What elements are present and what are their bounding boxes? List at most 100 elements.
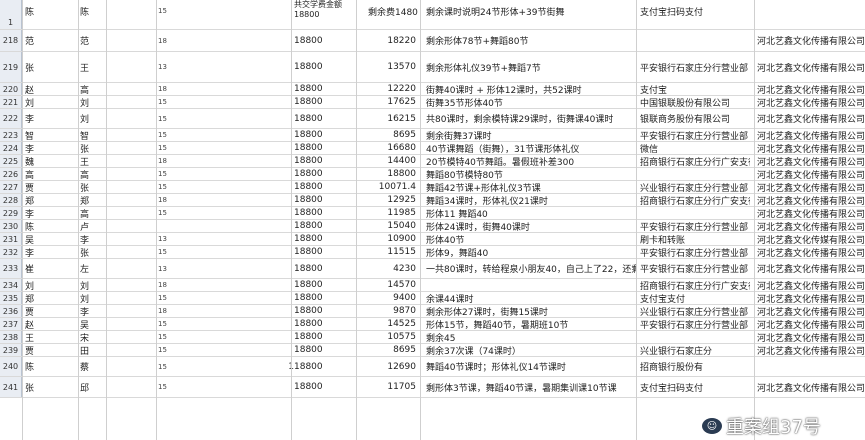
mark-cell[interactable] (282, 318, 294, 330)
mark-cell[interactable] (282, 168, 294, 180)
payment-cell[interactable] (640, 331, 750, 343)
row-number[interactable]: 229 (0, 207, 22, 219)
company-cell[interactable]: 河北艺鑫文化传播有限公司 (757, 109, 865, 128)
description-cell[interactable]: 舞蹈40节课时；形体礼仪14节课时 (426, 357, 636, 376)
mark-cell[interactable] (282, 292, 294, 304)
row-number[interactable]: 234 (0, 279, 22, 291)
mark-cell[interactable] (282, 305, 294, 317)
name-cell[interactable]: 贾 (25, 181, 40, 194)
remaining-cell[interactable]: 8695 (356, 129, 418, 141)
amount-cell[interactable]: 18800 (294, 246, 354, 258)
name-cell[interactable]: 范 (80, 30, 100, 51)
row-number[interactable]: 222 (0, 109, 22, 128)
amount-cell[interactable]: 18800 (294, 259, 354, 278)
amount-cell[interactable]: 18800 (294, 52, 354, 82)
mark-cell[interactable] (282, 96, 294, 108)
name-cell[interactable]: 张 (25, 52, 40, 82)
payment-cell[interactable]: 平安银行石家庄分行营业部 (640, 129, 750, 142)
phone-cell[interactable]: 15 (158, 0, 170, 22)
remaining-cell[interactable]: 11985 (356, 207, 418, 219)
remaining-cell[interactable]: 14525 (356, 318, 418, 330)
mark-cell[interactable] (282, 377, 294, 397)
amount-cell[interactable]: 18800 (294, 279, 354, 291)
amount-cell[interactable]: 18800 (294, 168, 354, 180)
name-cell[interactable]: 郑 (25, 194, 40, 207)
amount-cell[interactable]: 18800 (294, 181, 354, 193)
row-number[interactable]: 232 (0, 246, 22, 258)
mark-cell[interactable]: 1 (282, 357, 294, 376)
amount-cell[interactable]: 18800 (294, 318, 354, 330)
row-number[interactable]: 226 (0, 168, 22, 180)
name-cell[interactable]: 赵 (25, 83, 40, 96)
name-cell[interactable]: 高 (80, 83, 100, 96)
phone-cell[interactable]: 15 (158, 142, 170, 154)
phone-cell[interactable]: 18 (158, 155, 170, 167)
phone-cell[interactable]: 13 (158, 52, 170, 82)
row-number[interactable]: 235 (0, 292, 22, 304)
description-cell[interactable]: 剩余街舞37课时 (426, 129, 636, 142)
remaining-cell[interactable]: 13570 (356, 52, 418, 82)
payment-cell[interactable]: 平安银行石家庄分行营业部 (640, 246, 750, 259)
name-cell[interactable]: 李 (25, 207, 40, 220)
row-number[interactable]: 237 (0, 318, 22, 330)
name-cell[interactable]: 贾 (25, 344, 40, 357)
name-cell[interactable]: 陈 (25, 357, 40, 376)
name-cell[interactable]: 王 (25, 331, 40, 344)
company-cell[interactable]: 河北艺鑫文化传播有限公司 (757, 331, 865, 344)
mark-cell[interactable] (282, 344, 294, 356)
amount-cell[interactable]: 18800 (294, 129, 354, 141)
description-cell[interactable]: 余课44课时 (426, 292, 636, 305)
phone-cell[interactable] (158, 220, 170, 232)
company-cell[interactable]: 河北艺鑫文化传播有限公司 (757, 344, 865, 357)
description-cell[interactable]: 形体11 舞蹈40 (426, 207, 636, 220)
name-cell[interactable]: 吴 (80, 318, 100, 331)
description-cell[interactable]: 剩余37次课（74课时） (426, 344, 636, 357)
description-cell[interactable]: 舞蹈42节课+形体礼仪3节课 (426, 181, 636, 194)
payment-cell[interactable]: 兴业银行石家庄分行营业部 (640, 181, 750, 194)
description-cell[interactable]: 40节课舞蹈（街舞），31节课形体礼仪 (426, 142, 636, 155)
mark-cell[interactable] (282, 181, 294, 193)
amount-cell[interactable]: 18800 (294, 207, 354, 219)
company-cell[interactable]: 河北艺鑫文化传播有限公司 (757, 305, 865, 318)
company-cell[interactable]: 河北艺鑫文化传播有限公司 (757, 96, 865, 109)
name-cell[interactable]: 李 (25, 109, 40, 128)
name-cell[interactable]: 左 (80, 259, 100, 278)
description-cell[interactable]: 20节模特40节舞蹈。暑假班补差300 (426, 155, 636, 168)
amount-cell[interactable]: 18800 (294, 377, 354, 397)
name-cell[interactable]: 李 (80, 233, 100, 246)
payment-cell[interactable]: 支付宝扫码支付 (640, 377, 750, 397)
remaining-cell[interactable]: 12690 (356, 357, 418, 376)
mark-cell[interactable] (282, 246, 294, 258)
mark-cell[interactable] (282, 52, 294, 82)
amount-cell[interactable]: 18800 (294, 305, 354, 317)
company-cell[interactable]: 河北艺鑫文化传播有限公司 (757, 279, 865, 292)
payment-cell[interactable] (640, 168, 750, 180)
payment-cell[interactable]: 支付宝 (640, 83, 750, 96)
payment-cell[interactable]: 平安银行石家庄分行营业部 (640, 259, 750, 278)
row-number[interactable]: 219 (0, 52, 22, 82)
row-number[interactable]: 238 (0, 331, 22, 343)
phone-cell[interactable]: 15 (158, 129, 170, 141)
phone-cell[interactable]: 15 (158, 181, 170, 193)
amount-cell[interactable]: 18800 (294, 194, 354, 206)
name-cell[interactable]: 陈 (80, 0, 100, 22)
name-cell[interactable]: 陈 (25, 220, 40, 233)
remaining-cell[interactable]: 11705 (356, 377, 418, 397)
company-cell[interactable]: 河北艺鑫文化传媒有限公司 (757, 233, 865, 246)
name-cell[interactable]: 王 (80, 155, 100, 168)
company-cell[interactable]: 河北艺鑫文化传播有限公司 (757, 318, 865, 331)
name-cell[interactable]: 李 (25, 142, 40, 155)
name-cell[interactable]: 赵 (25, 318, 40, 331)
name-cell[interactable]: 智 (25, 129, 40, 142)
company-cell[interactable]: 河北艺鑫文化传播有限公司 (757, 83, 865, 96)
remaining-cell[interactable]: 18220 (356, 30, 418, 51)
name-cell[interactable]: 刘 (25, 279, 40, 292)
mark-cell[interactable] (282, 220, 294, 232)
row-number[interactable]: 236 (0, 305, 22, 317)
payment-cell[interactable]: 招商银行股份有 (640, 357, 750, 376)
amount-cell[interactable]: 18800 (294, 83, 354, 95)
phone-cell[interactable]: 18 (158, 30, 170, 51)
description-cell[interactable]: 剩余45 (426, 331, 636, 344)
amount-cell[interactable]: 18800 (294, 142, 354, 154)
name-cell[interactable]: 刘 (80, 279, 100, 292)
